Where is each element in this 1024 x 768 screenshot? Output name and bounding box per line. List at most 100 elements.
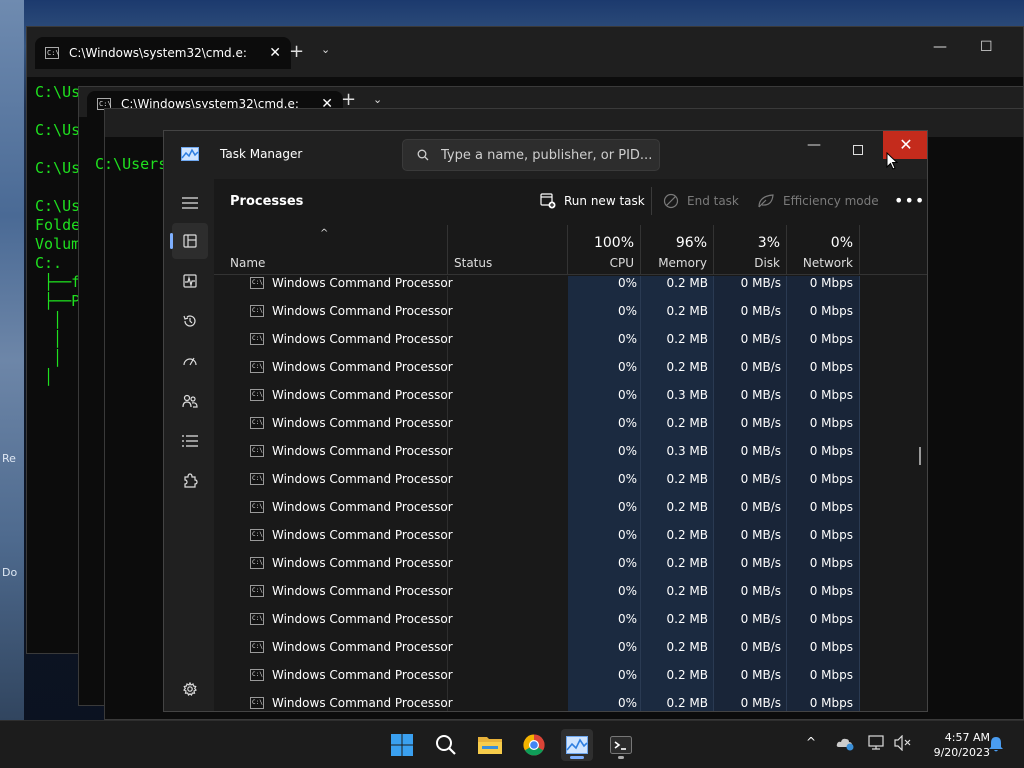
toolbar-divider <box>651 187 652 215</box>
column-header-cpu[interactable]: 100% CPU <box>568 225 641 275</box>
new-tab-icon[interactable]: + <box>341 89 356 110</box>
table-row[interactable]: C:\ Windows Command Processor 0% 0.2 MB 0 MB… <box>214 276 927 297</box>
table-row[interactable]: C:\ Windows Command Processor 0% 0.2 MB 0 MB… <box>214 325 927 353</box>
search-input[interactable] <box>441 147 651 163</box>
column-label: Memory <box>658 256 707 270</box>
column-header-disk[interactable]: 3% Disk <box>714 225 787 275</box>
table-row[interactable]: C:\ Windows Command Processor 0% 0.2 MB 0 MB… <box>214 633 927 661</box>
efficiency-mode-button[interactable]: Efficiency mode <box>757 193 879 209</box>
cmd-icon: C:\ <box>250 305 264 317</box>
chrome-button[interactable] <box>518 729 550 761</box>
cmd-icon: C:\ <box>250 529 264 541</box>
process-network: 0 Mbps <box>809 556 853 570</box>
table-row[interactable]: C:\ Windows Command Processor 0% 0.3 MB 0 MB… <box>214 437 927 465</box>
process-cpu: 0% <box>617 276 637 290</box>
column-label: Disk <box>754 256 780 270</box>
cmd-icon: C:\ <box>250 473 264 485</box>
process-disk: 0 MB/s <box>740 472 781 486</box>
nav-details[interactable] <box>172 423 208 459</box>
end-task-button[interactable]: End task <box>663 193 739 209</box>
nav-startup-apps[interactable] <box>172 343 208 379</box>
table-row[interactable]: C:\ Windows Command Processor 0% 0.2 MB 0 MB… <box>214 493 927 521</box>
search-taskbar-button[interactable] <box>430 729 462 761</box>
table-row[interactable]: C:\ Windows Command Processor 0% 0.2 MB 0 MB… <box>214 577 927 605</box>
network-icon[interactable] <box>868 735 886 751</box>
file-explorer-button[interactable] <box>474 729 506 761</box>
column-header-memory[interactable]: 96% Memory <box>641 225 714 275</box>
maximize-button[interactable] <box>838 137 878 167</box>
process-memory: 0.2 MB <box>666 500 708 514</box>
start-button[interactable] <box>386 729 418 761</box>
scrollbar-thumb[interactable] <box>919 447 921 465</box>
task-manager-logo-icon <box>181 147 199 161</box>
cmd-icon: C:\ <box>250 501 264 513</box>
nav-users[interactable] <box>172 383 208 419</box>
run-new-task-button[interactable]: Run new task <box>540 193 645 209</box>
task-manager-icon <box>566 736 588 754</box>
more-options-button[interactable]: ••• <box>894 191 925 210</box>
end-task-icon <box>663 193 679 209</box>
puzzle-icon <box>184 473 198 488</box>
table-row[interactable]: C:\ Windows Command Processor 0% 0.2 MB 0 MB… <box>214 465 927 493</box>
process-memory: 0.2 MB <box>666 668 708 682</box>
maximize-icon[interactable]: ☐ <box>980 39 993 55</box>
minimize-button[interactable]: — <box>794 137 834 167</box>
process-name: Windows Command Processor <box>272 388 453 402</box>
gear-icon <box>183 682 197 696</box>
cmd-icon: C:\ <box>250 389 264 401</box>
nav-processes[interactable] <box>170 223 208 259</box>
cmd-icon: C:\ <box>250 669 264 681</box>
nav-settings[interactable] <box>172 671 208 707</box>
clock[interactable]: 4:57 AM 9/20/2023 <box>918 730 990 760</box>
table-row[interactable]: C:\ Windows Command Processor 0% 0.2 MB 0 MB… <box>214 521 927 549</box>
terminal-tab[interactable]: C:\ C:\Windows\system32\cmd.e: ✕ <box>35 37 291 69</box>
column-header-name[interactable]: ^ Name <box>214 225 448 275</box>
nav-services[interactable] <box>172 463 208 499</box>
chevron-down-icon[interactable]: ⌄ <box>321 43 330 56</box>
table-row[interactable]: C:\ Windows Command Processor 0% 0.2 MB 0 MB… <box>214 297 927 325</box>
memory-total: 96% <box>675 235 707 251</box>
search-box[interactable] <box>402 139 660 171</box>
volume-muted-icon[interactable] <box>894 735 912 751</box>
table-row[interactable]: C:\ Windows Command Processor 0% 0.2 MB 0 MB… <box>214 661 927 689</box>
process-network: 0 Mbps <box>809 584 853 598</box>
terminal-taskbar-button[interactable] <box>605 729 637 761</box>
minimize-icon[interactable]: — <box>933 39 947 55</box>
process-cpu: 0% <box>617 556 637 570</box>
new-tab-icon[interactable]: + <box>289 41 304 62</box>
process-network: 0 Mbps <box>809 668 853 682</box>
page-title: Processes <box>230 194 304 209</box>
search-icon <box>436 735 456 755</box>
process-cpu: 0% <box>617 444 637 458</box>
task-manager-window[interactable]: Task Manager — ✕ <box>163 130 928 712</box>
nav-performance[interactable] <box>172 263 208 299</box>
performance-icon <box>183 274 197 288</box>
table-row[interactable]: C:\ Windows Command Processor 0% 0.2 MB 0 MB… <box>214 409 927 437</box>
close-tab-icon[interactable]: ✕ <box>269 45 281 61</box>
notification-bell-icon[interactable] <box>988 736 1004 753</box>
chevron-down-icon[interactable]: ⌄ <box>373 93 382 106</box>
terminal-tab-title: C:\Windows\system32\cmd.e: <box>69 46 247 60</box>
table-row[interactable]: C:\ Windows Command Processor 0% 0.2 MB 0 MB… <box>214 605 927 633</box>
chevron-up-icon[interactable]: ^ <box>806 735 816 749</box>
process-name: Windows Command Processor <box>272 696 453 710</box>
table-row[interactable]: C:\ Windows Command Processor 0% 0.3 MB 0 MB… <box>214 381 927 409</box>
cmd-icon: C:\ <box>250 277 264 289</box>
task-manager-taskbar-button[interactable] <box>561 729 593 761</box>
folder-icon <box>478 737 502 754</box>
process-cpu: 0% <box>617 584 637 598</box>
onedrive-icon[interactable] <box>836 735 854 751</box>
hamburger-menu-button[interactable] <box>172 185 208 221</box>
table-row[interactable]: C:\ Windows Command Processor 0% 0.2 MB 0 MB… <box>214 689 927 711</box>
column-header-status[interactable]: Status <box>448 225 568 275</box>
process-disk: 0 MB/s <box>740 360 781 374</box>
column-header-network[interactable]: 0% Network <box>787 225 860 275</box>
process-name: Windows Command Processor <box>272 332 453 346</box>
process-disk: 0 MB/s <box>740 668 781 682</box>
table-row[interactable]: C:\ Windows Command Processor 0% 0.2 MB 0 MB… <box>214 549 927 577</box>
processes-panel: Processes Run new task End task Efficien… <box>214 179 927 711</box>
process-network: 0 Mbps <box>809 416 853 430</box>
nav-app-history[interactable] <box>172 303 208 339</box>
process-name: Windows Command Processor <box>272 472 453 486</box>
table-row[interactable]: C:\ Windows Command Processor 0% 0.2 MB 0 MB… <box>214 353 927 381</box>
